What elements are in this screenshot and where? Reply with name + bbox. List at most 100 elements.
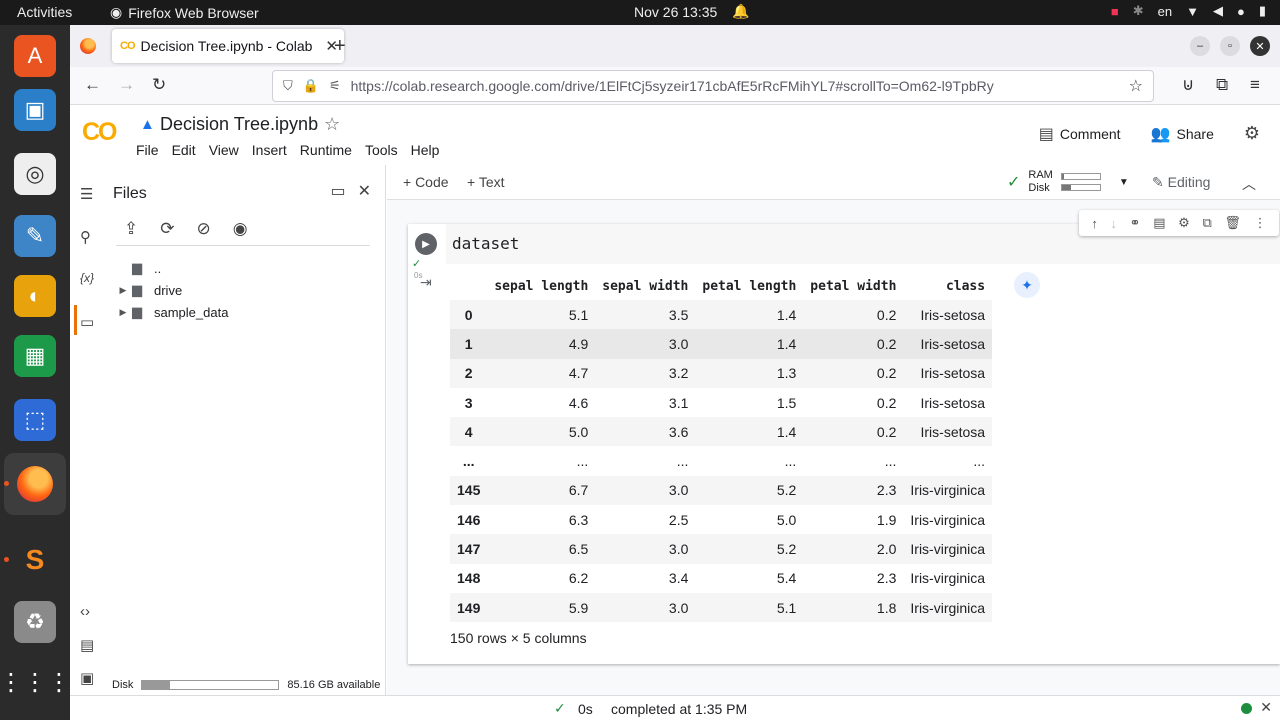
terminal-icon[interactable]: ▣ [80, 669, 94, 687]
url-text: https://colab.research.google.com/drive/… [350, 78, 994, 94]
upload-file-icon[interactable]: ⇪ [124, 219, 138, 239]
reload-icon[interactable]: ↻ [152, 75, 166, 95]
browser-tab-active[interactable]: CO Decision Tree.ipynb - Colab ✕ [112, 29, 344, 63]
forward-arrow-icon[interactable]: → [118, 75, 135, 95]
screenshot-icon[interactable]: ⬚ [14, 399, 56, 441]
editing-mode-button[interactable]: ✎ Editing [1152, 174, 1210, 191]
colab-logo[interactable]: CO [82, 118, 117, 147]
menu-file[interactable]: File [136, 142, 159, 158]
settings-gear-icon[interactable]: ⚙ [1178, 215, 1190, 231]
extensions-icon[interactable]: ⧉ [1216, 75, 1228, 95]
link-icon[interactable]: ⚭ [1130, 215, 1141, 231]
file-tree: ▆ .. ▶ ▆ drive ▶ ▆ sample_data [114, 257, 229, 323]
software-center-icon[interactable]: A [14, 35, 56, 77]
back-arrow-icon[interactable]: ← [84, 75, 101, 95]
run-cell-play-icon[interactable]: ▶ [415, 233, 437, 255]
firefox-icon[interactable] [14, 463, 56, 505]
collapse-header-chevron-up-icon[interactable]: ︿ [1242, 174, 1256, 194]
table-cell: Iris-setosa [920, 306, 986, 323]
editing-label: Editing [1167, 174, 1211, 190]
table-of-contents-icon[interactable]: ☰ [80, 185, 93, 203]
folder-icon[interactable]: ▭ [80, 313, 94, 331]
command-palette-icon[interactable]: ▤ [80, 636, 94, 654]
search-icon[interactable]: ⚲ [80, 228, 91, 246]
spreadsheet-icon[interactable]: ▦ [14, 335, 56, 377]
menu-runtime[interactable]: Runtime [300, 142, 352, 158]
drive-icon[interactable]: ▲ [140, 116, 155, 133]
maximize-button[interactable]: ▫ [1220, 36, 1240, 56]
settings-gear-icon[interactable]: ⚙ [1244, 123, 1260, 144]
hidden-files-eye-icon[interactable]: ◉ [233, 219, 248, 239]
delete-trash-icon[interactable]: 🗑 [1224, 215, 1241, 231]
close-panel-icon[interactable]: ✕ [358, 181, 371, 201]
menu-help[interactable]: Help [411, 142, 440, 158]
table-cell: 6.7 [568, 482, 589, 499]
show-apps-icon[interactable]: ⋮⋮⋮ [0, 661, 71, 703]
output-actions-icon[interactable]: ⇥ [420, 274, 432, 291]
activities-button[interactable]: Activities [17, 4, 72, 20]
clock[interactable]: Nov 26 13:35 [634, 4, 717, 20]
variables-icon[interactable]: {x} [80, 271, 94, 285]
battery-icon: ▮ [1258, 3, 1266, 18]
star-icon[interactable]: ☆ [324, 114, 340, 135]
table-cell: 2.5 [668, 511, 689, 528]
add-text-button[interactable]: + Text [467, 174, 505, 190]
add-code-button[interactable]: + Code [403, 174, 449, 190]
url-bar[interactable]: ⛉ 🔒 ⚟ https://colab.research.google.com/… [272, 70, 1154, 102]
comment-button[interactable]: ▤ Comment [1039, 124, 1121, 144]
column-header: sepal length [494, 278, 589, 294]
microphone-icon: ● [1236, 3, 1245, 19]
system-tray[interactable]: ■ ✱ en ▼ ◀ ● ▮ [1111, 3, 1266, 19]
table-cell: 0.2 [876, 365, 897, 382]
menu-edit[interactable]: Edit [172, 142, 196, 158]
firefox-view-icon[interactable] [80, 38, 96, 54]
row-index: 2 [464, 365, 473, 382]
tree-item-sample-data[interactable]: ▶ ▆ sample_data [114, 301, 229, 323]
disk-label: Disk [112, 679, 134, 691]
table-cell: Iris-setosa [920, 394, 986, 411]
close-window-button[interactable]: ✕ [1250, 36, 1270, 56]
new-tab-button[interactable]: + [334, 35, 346, 58]
disk-usage-bar [141, 680, 280, 690]
resource-monitor[interactable]: ✓ RAM Disk ▼ [1007, 169, 1129, 195]
lock-icon[interactable]: 🔒 [303, 78, 319, 94]
menu-insert[interactable]: Insert [252, 142, 287, 158]
app-menu[interactable]: ◉ Firefox Web Browser [110, 4, 259, 21]
mirror-cell-icon[interactable]: ⧉ [1202, 215, 1211, 231]
shield-icon[interactable]: ⛉ [283, 78, 293, 94]
minimize-button[interactable]: – [1190, 36, 1210, 56]
tree-item-drive[interactable]: ▶ ▆ drive [114, 279, 228, 301]
code-snippets-icon[interactable]: ‹› [80, 603, 90, 620]
menu-view[interactable]: View [209, 142, 239, 158]
unmount-drive-icon[interactable]: ⊘ [197, 219, 211, 239]
table-cell: 5.4 [776, 570, 797, 587]
magic-wand-icon[interactable]: ✦ [1014, 272, 1040, 298]
open-in-tab-icon[interactable]: ▭ [330, 181, 345, 201]
tree-item-parent[interactable]: ▆ .. [114, 257, 228, 279]
comment-icon[interactable]: ▤ [1153, 215, 1165, 231]
share-button[interactable]: 👥 Share [1151, 124, 1214, 144]
table-row: 0 5.1 3.5 1.4 0.2 Iris-setosa [450, 300, 993, 330]
code-cell[interactable]: ✓ 0s dataset ▶ ↑ ↓ ⚭ ▤ ⚙ ⧉ 🗑 ⋮ ⇥ ✦ sepal… [408, 210, 1280, 664]
notebook-title[interactable]: Decision Tree.ipynb [160, 114, 318, 135]
image-viewer-icon[interactable]: ▣ [14, 89, 56, 131]
bookmark-star-icon[interactable]: ☆ [1129, 76, 1143, 96]
refresh-folder-icon[interactable]: ⟳ [160, 219, 174, 239]
move-down-arrow-icon[interactable]: ↓ [1110, 216, 1117, 231]
text-editor-icon[interactable]: ✎ [14, 215, 56, 257]
expand-arrow-icon[interactable]: ▶ [114, 307, 132, 318]
sublime-text-icon[interactable]: S [14, 539, 56, 581]
more-options-icon[interactable]: ⋮ [1254, 215, 1267, 231]
presentation-icon[interactable]: ◐ [14, 275, 56, 317]
hamburger-menu-icon[interactable]: ≡ [1250, 75, 1260, 95]
move-up-arrow-icon[interactable]: ↑ [1091, 216, 1098, 231]
table-cell: 0.2 [876, 335, 897, 352]
document-viewer-icon[interactable]: ◎ [14, 153, 56, 195]
resource-dropdown-chevron-down-icon[interactable]: ▼ [1119, 177, 1129, 188]
permissions-icon[interactable]: ⚟ [329, 78, 341, 94]
status-close-icon[interactable]: ✕ [1260, 699, 1272, 716]
expand-arrow-icon[interactable]: ▶ [114, 285, 132, 296]
menu-tools[interactable]: Tools [365, 142, 398, 158]
trash-icon[interactable]: ♻ [14, 601, 56, 643]
pocket-icon[interactable]: ⊍ [1182, 75, 1194, 95]
